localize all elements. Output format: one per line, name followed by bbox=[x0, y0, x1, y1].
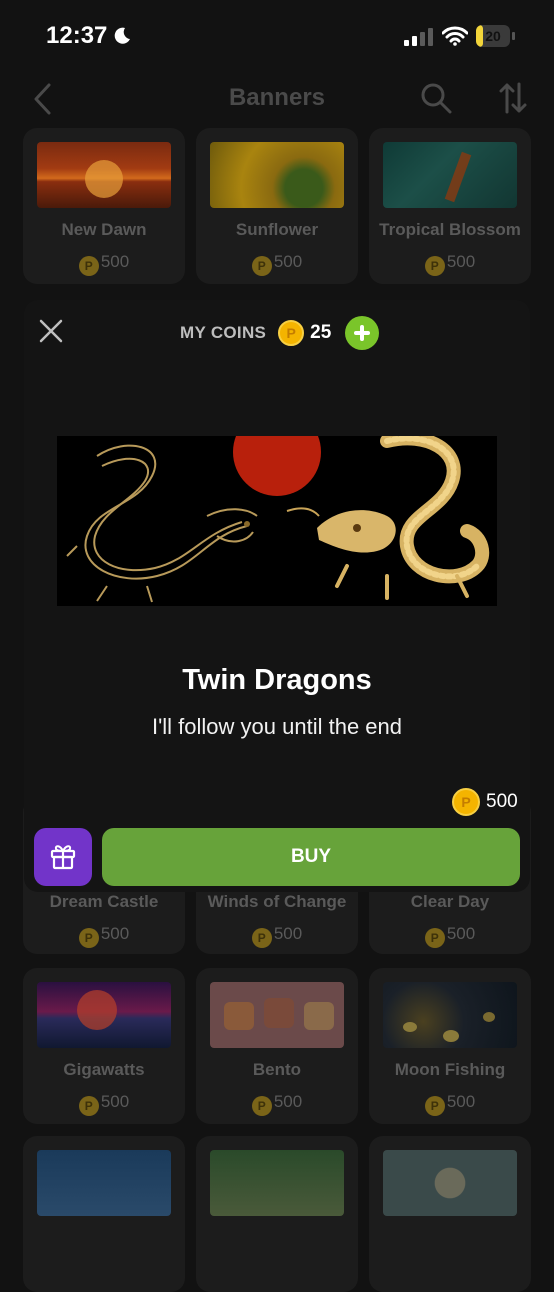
banner-thumbnail bbox=[37, 142, 171, 208]
buy-button[interactable]: BUY bbox=[102, 828, 520, 886]
banner-card[interactable]: New Dawn P 500 bbox=[23, 128, 185, 284]
dragons-illustration bbox=[57, 436, 497, 606]
my-coins: MY COINS P 25 bbox=[180, 316, 380, 350]
banner-subtitle: I'll follow you until the end bbox=[151, 714, 402, 739]
nav-bar: Banners bbox=[0, 72, 554, 128]
banner-card[interactable]: Sunflower P 500 bbox=[196, 128, 358, 284]
banner-thumbnail bbox=[37, 1150, 171, 1216]
banner-card[interactable]: Moon Fishing P 500 bbox=[369, 968, 531, 1124]
banner-thumbnail bbox=[210, 142, 344, 208]
moon-icon bbox=[114, 27, 130, 44]
coin-icon: P bbox=[424, 928, 445, 948]
cellular-signal-icon bbox=[404, 28, 433, 46]
banner-card[interactable]: Tropical Blossom P 500 bbox=[369, 128, 531, 284]
banner-price: P 500 bbox=[23, 252, 185, 276]
banner-price-value: 500 bbox=[486, 791, 518, 812]
status-time: 12:37 bbox=[46, 22, 108, 49]
banner-price: P 500 bbox=[369, 924, 531, 948]
status-bar: 12:37 20 bbox=[0, 0, 554, 72]
my-coins-value: 25 bbox=[310, 322, 332, 343]
banner-name: Bento bbox=[252, 1060, 302, 1079]
banner-card[interactable] bbox=[23, 1136, 185, 1292]
search-icon[interactable] bbox=[420, 82, 452, 114]
sort-icon[interactable] bbox=[498, 82, 528, 114]
gift-icon bbox=[50, 845, 76, 870]
banner-price: P 500 bbox=[196, 924, 358, 948]
banner-thumbnail bbox=[210, 1150, 344, 1216]
wifi-icon bbox=[442, 26, 468, 46]
close-icon[interactable] bbox=[38, 318, 64, 344]
banner-name: Dream Castle bbox=[49, 892, 159, 911]
banner-price: P 500 bbox=[23, 1092, 185, 1116]
coin-icon: P bbox=[251, 256, 272, 276]
banner-name: Sunflower bbox=[235, 220, 319, 239]
coin-icon: P bbox=[251, 928, 272, 948]
banner-thumbnail bbox=[383, 142, 517, 208]
banner-name: Gigawatts bbox=[63, 1060, 145, 1079]
banner-thumbnail bbox=[383, 1150, 517, 1216]
coin-icon: P bbox=[424, 256, 445, 276]
banner-card[interactable] bbox=[196, 1136, 358, 1292]
coin-icon: P bbox=[452, 788, 480, 816]
banner-thumbnail bbox=[37, 982, 171, 1048]
coin-icon: P bbox=[78, 928, 99, 948]
banner-name: Clear Day bbox=[410, 892, 490, 911]
banner-thumbnail bbox=[383, 982, 517, 1048]
banner-title: Twin Dragons bbox=[182, 664, 372, 696]
banner-thumbnail bbox=[210, 982, 344, 1048]
banner-name: New Dawn bbox=[61, 220, 147, 239]
coin-icon: P bbox=[78, 256, 99, 276]
banner-purchase-dialog: MY COINS P 25 Twin Dragons I'll follow y… bbox=[24, 300, 530, 892]
banner-name: Tropical Blossom bbox=[379, 220, 521, 239]
banner-card[interactable]: Bento P 500 bbox=[196, 968, 358, 1124]
banner-card[interactable]: Gigawatts P 500 bbox=[23, 968, 185, 1124]
gift-button[interactable] bbox=[34, 828, 92, 886]
coin-icon: P bbox=[78, 1096, 99, 1116]
banner-preview-image bbox=[57, 436, 497, 606]
coin-icon: P bbox=[424, 1096, 445, 1116]
add-coins-button[interactable] bbox=[345, 316, 380, 350]
banner-price: P 500 bbox=[452, 788, 518, 816]
banner-card[interactable] bbox=[369, 1136, 531, 1292]
banner-price: P 500 bbox=[196, 1092, 358, 1116]
banner-name: Moon Fishing bbox=[394, 1060, 506, 1079]
my-coins-label: MY COINS bbox=[180, 323, 267, 342]
page-title: Banners bbox=[228, 84, 326, 111]
battery-level: 20 bbox=[485, 28, 501, 44]
battery-icon: 20 bbox=[476, 25, 516, 47]
banner-price: P 500 bbox=[369, 252, 531, 276]
banner-name: Winds of Change bbox=[207, 892, 347, 911]
coin-icon: P bbox=[251, 1096, 272, 1116]
banner-price: P 500 bbox=[196, 252, 358, 276]
coin-icon: P bbox=[278, 320, 305, 346]
banner-price: P 500 bbox=[23, 924, 185, 948]
banner-price: P 500 bbox=[369, 1092, 531, 1116]
